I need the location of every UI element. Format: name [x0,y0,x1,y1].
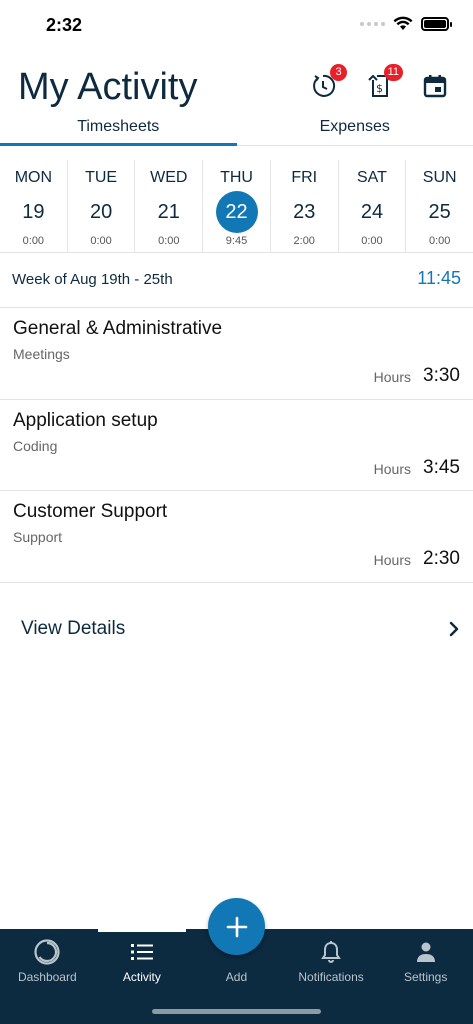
timesheet-sync-button[interactable]: 3 [307,64,347,102]
plus-icon [226,916,247,937]
nav-label: Notifications [298,970,364,984]
day-number-selected: 22 [215,191,258,233]
timesheet-entry[interactable]: Application setup Coding Hours 3:45 [0,400,473,491]
day-hours: 2:00 [293,235,315,247]
nav-label: Settings [403,970,448,984]
wifi-icon [393,16,413,30]
entry-hours-label: Hours [373,552,411,568]
day-hours: 9:45 [225,235,248,247]
svg-text:$: $ [376,82,383,95]
day-name: SAT [356,169,387,186]
home-indicator [152,1009,321,1014]
tab-bar: Timesheets Expenses [0,112,473,146]
view-details-label: View Details [21,618,126,639]
tab-timesheets[interactable]: Timesheets [0,112,237,146]
week-label: Week of Aug 19th - 25th [12,271,173,288]
page-title: My Activity [18,66,198,108]
timesheet-entry[interactable]: General & Administrative Meetings Hours … [0,308,473,400]
day-number: 20 [89,201,113,223]
header: My Activity 3 $ 11 [0,60,473,120]
nav-label: Dashboard [17,970,77,984]
list-icon [130,944,153,960]
day-sun[interactable]: SUN 25 0:00 [406,160,473,252]
nav-label: Add [225,970,248,984]
entry-hours: 3:45 [423,456,460,478]
status-bar: 2:32 [0,0,473,52]
day-hours: 0:00 [158,235,180,247]
day-fri[interactable]: FRI 23 2:00 [271,160,339,252]
day-hours: 0:00 [428,235,451,247]
day-name: THU [220,169,253,186]
expense-sync-badge: 11 [383,64,403,81]
day-tue[interactable]: TUE 20 0:00 [68,160,136,252]
day-hours: 0:00 [361,235,383,247]
day-number: 25 [428,201,451,223]
header-actions: 3 $ 11 [307,64,451,102]
nav-item-dashboard[interactable]: Dashboard [0,929,95,1024]
entry-task: Meetings [13,346,70,362]
battery-icon [421,16,452,31]
tab-expenses[interactable]: Expenses [237,112,473,145]
calendar-button[interactable] [419,70,451,102]
week-summary: Week of Aug 19th - 25th 11:45 [0,252,473,308]
person-icon [416,942,435,962]
day-number: 23 [293,201,316,223]
day-name: SUN [422,169,457,186]
day-hours: 0:00 [90,235,112,247]
day-name: WED [150,169,188,186]
nav-label: Activity [122,970,161,984]
day-hours: 0:00 [22,235,45,247]
timesheet-entry[interactable]: Customer Support Support Hours 2:30 [0,491,473,583]
entry-task: Coding [13,437,58,454]
day-number: 19 [22,201,45,223]
bell-icon [321,941,341,963]
dashboard-icon [34,939,60,965]
view-details-button[interactable]: View Details [0,600,473,656]
add-button[interactable] [208,898,265,955]
entry-hours: 3:30 [423,365,460,386]
expense-sync-button[interactable]: $ 11 [363,64,403,102]
week-strip: MON 19 0:00 TUE 20 0:00 WED 21 0:00 THU … [0,160,473,252]
status-icons [360,16,452,31]
entry-hours-label: Hours [373,460,411,477]
timesheet-entry-list: General & Administrative Meetings Hours … [0,308,473,583]
chevron-right-icon [449,621,459,637]
day-number: 21 [157,201,180,223]
timesheet-sync-badge: 3 [330,64,347,81]
status-time: 2:32 [46,15,83,35]
entry-project: General & Administrative [13,318,223,339]
calendar-icon [423,75,447,98]
entry-task: Support [13,529,63,545]
day-wed[interactable]: WED 21 0:00 [135,160,204,252]
day-sat[interactable]: SAT 24 0:00 [339,160,407,252]
day-name: FRI [291,169,318,186]
day-name: TUE [85,169,118,186]
day-name: MON [14,169,53,186]
week-total-hours: 11:45 [417,268,461,288]
cellular-signal-icon [360,21,385,26]
day-number: 24 [360,201,384,223]
entry-hours-label: Hours [373,369,411,385]
entry-hours: 2:30 [423,548,460,569]
nav-item-settings[interactable]: Settings [378,929,473,1024]
day-thu[interactable]: THU 22 9:45 [203,160,271,252]
entry-project: Application setup [13,409,158,431]
entry-project: Customer Support [13,501,168,522]
day-mon[interactable]: MON 19 0:00 [0,160,68,252]
